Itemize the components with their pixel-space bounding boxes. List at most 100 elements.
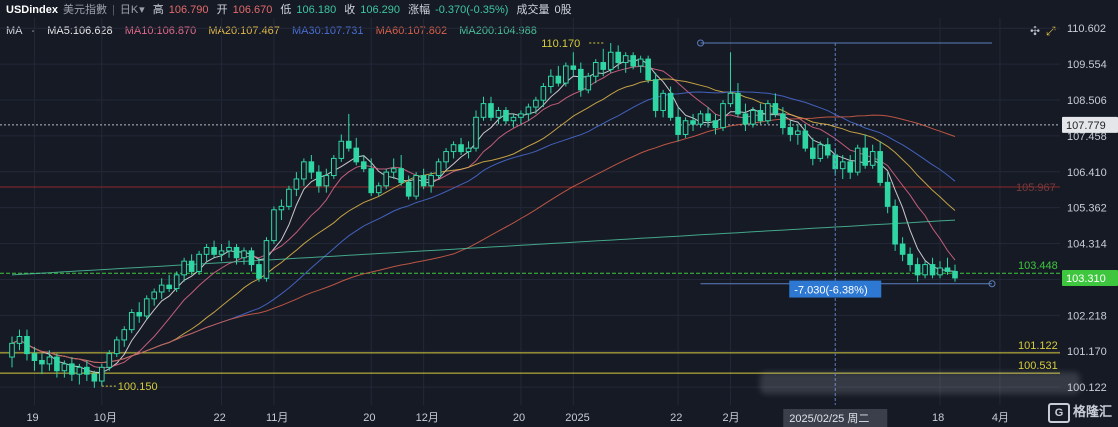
- candle-body: [413, 175, 419, 197]
- candle-body: [869, 151, 876, 166]
- candle-body: [61, 363, 68, 372]
- candle-body: [563, 65, 569, 84]
- blurred-watermark: [760, 372, 1080, 394]
- candle-body: [690, 120, 696, 125]
- date-axis-tick: 10月: [94, 412, 117, 424]
- candle: [637, 55, 644, 73]
- candle: [473, 110, 479, 152]
- price-axis-tick: 106.410: [1067, 167, 1107, 179]
- candle-body: [824, 144, 831, 156]
- candle-body: [420, 175, 427, 187]
- candle-body: [323, 175, 330, 187]
- candle: [922, 261, 928, 279]
- candle-body: [533, 99, 539, 108]
- candle-body: [136, 312, 143, 317]
- candle-body: [892, 205, 898, 245]
- level-label-yellow-2: 100.531: [1018, 360, 1058, 372]
- candle: [308, 154, 315, 179]
- candle-body: [854, 147, 861, 173]
- candle-body: [682, 120, 689, 135]
- candle: [510, 113, 517, 128]
- candle-body: [69, 363, 75, 375]
- candle: [143, 295, 150, 320]
- candle-body: [450, 144, 457, 153]
- candle-body: [54, 356, 60, 372]
- candle: [548, 69, 554, 94]
- last-price-tag: 103.310: [1066, 273, 1106, 285]
- candle: [884, 172, 891, 214]
- candle: [293, 172, 300, 197]
- candle-body: [832, 154, 839, 170]
- candle: [99, 363, 105, 387]
- candle-body: [577, 68, 584, 91]
- level-label-red: 105.967: [1016, 182, 1056, 194]
- candle-body: [809, 147, 816, 159]
- candle-body: [345, 140, 352, 149]
- candle-body: [652, 79, 659, 111]
- candle: [802, 124, 809, 152]
- candle-body: [301, 161, 307, 180]
- candle-body: [46, 356, 53, 365]
- candle-body: [316, 171, 322, 187]
- candle: [271, 206, 277, 245]
- crosshair-date-tag: 2025/02/25 周二: [789, 412, 869, 425]
- candle: [39, 353, 45, 375]
- candle: [944, 257, 951, 275]
- candle: [136, 302, 143, 323]
- candle-body: [615, 51, 622, 64]
- candle-body: [241, 250, 247, 259]
- candle: [24, 329, 30, 361]
- candle-body: [503, 109, 509, 122]
- candle-body: [937, 267, 943, 276]
- candle-body: [128, 312, 135, 331]
- price-axis-tick: 102.218: [1067, 310, 1107, 322]
- candle-body: [705, 113, 711, 122]
- candle: [750, 107, 756, 128]
- candle-body: [607, 51, 614, 70]
- candle-body: [435, 161, 442, 177]
- candle: [398, 154, 404, 186]
- date-axis-tick: 12月: [416, 412, 439, 424]
- candle: [188, 254, 195, 275]
- candle-body: [540, 85, 547, 101]
- candle-body: [929, 264, 936, 276]
- candle: [854, 144, 861, 176]
- price-axis-tick: 110.602: [1067, 23, 1106, 35]
- candle: [458, 137, 464, 155]
- candle-body: [39, 359, 45, 365]
- brand-logo-icon: G: [1047, 403, 1070, 423]
- candle-body: [278, 205, 285, 211]
- candle: [914, 257, 921, 282]
- candle: [316, 165, 322, 193]
- candle-body: [795, 130, 801, 135]
- candle: [847, 154, 854, 179]
- candle-body: [780, 113, 786, 129]
- candle: [375, 182, 382, 197]
- candle: [16, 329, 23, 351]
- candle-body: [151, 291, 158, 300]
- candle-body: [465, 147, 472, 153]
- candle-body: [458, 144, 464, 153]
- candle: [518, 110, 524, 125]
- candle: [345, 113, 352, 152]
- candle: [443, 148, 449, 169]
- candle: [76, 363, 83, 385]
- candle-body: [76, 366, 83, 375]
- candle-body: [862, 147, 868, 166]
- candle-body: [787, 127, 794, 135]
- candle: [181, 257, 187, 282]
- candle: [263, 237, 270, 282]
- candle: [787, 120, 794, 142]
- candlestick-chart[interactable]: 110.602109.554108.506107.458106.410105.3…: [0, 0, 1118, 427]
- candle: [772, 93, 779, 118]
- candle-body: [914, 264, 921, 276]
- candle: [817, 141, 824, 162]
- ma200-line: [11, 219, 956, 276]
- date-axis-tick: 2月: [722, 412, 739, 424]
- candle: [241, 247, 247, 265]
- candle: [128, 309, 135, 334]
- candle-body: [390, 168, 397, 173]
- candle-body: [31, 353, 38, 361]
- candle-body: [338, 140, 345, 159]
- candle-body: [675, 116, 681, 135]
